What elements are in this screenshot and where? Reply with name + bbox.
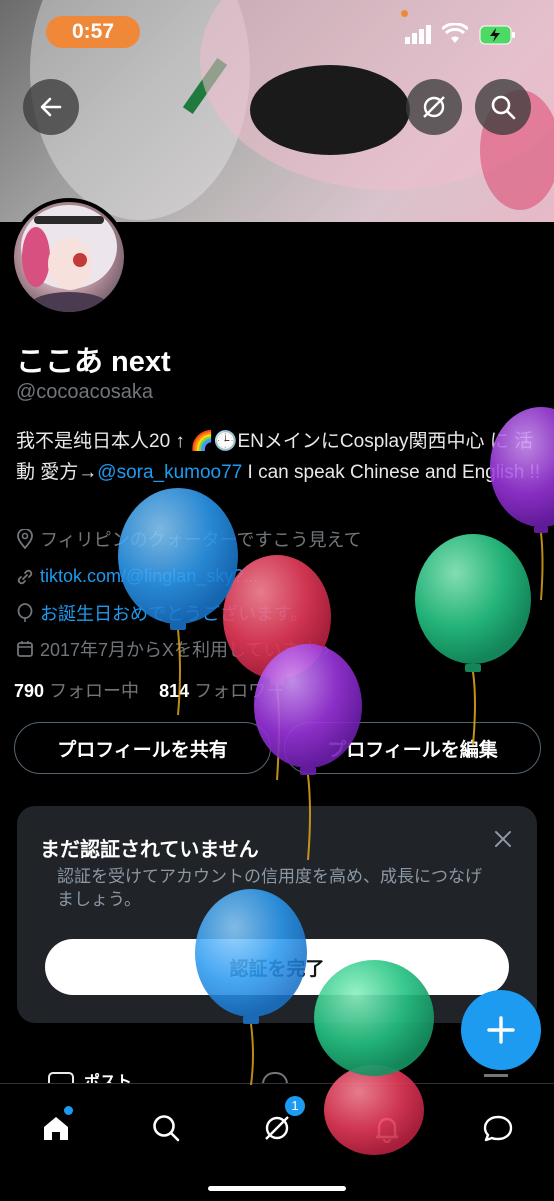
- share-profile-button[interactable]: プロフィールを共有: [14, 722, 271, 774]
- arrow-left-icon: [40, 97, 62, 117]
- following-stat[interactable]: 790 フォロー中: [14, 681, 139, 701]
- followers-stat[interactable]: 814 フォロワー: [159, 681, 284, 701]
- bottom-navigation: 1: [0, 1083, 554, 1201]
- edit-profile-button[interactable]: プロフィールを編集: [284, 722, 541, 774]
- calendar-icon: [17, 641, 33, 657]
- search-icon: [491, 95, 516, 120]
- nav-grok[interactable]: 1: [249, 1096, 305, 1156]
- recording-indicator: [401, 10, 408, 17]
- location-text: フィリピンのクォーターですこう見えて: [40, 530, 362, 550]
- verification-title: まだ認証されていません: [40, 839, 259, 861]
- profile-bio: 我不是纯日本人20 ↑ 🌈🕒ENメインにCosplay関西中心 に 活動 愛方→…: [16, 426, 546, 488]
- notifications-icon: [375, 1117, 399, 1143]
- home-unread-dot: [64, 1106, 73, 1115]
- avatar-image: [14, 202, 124, 312]
- avatar[interactable]: [10, 198, 128, 316]
- birthday-text: お誕生日おめでとうございます。: [40, 604, 309, 624]
- nav-notifications[interactable]: [359, 1100, 415, 1156]
- home-indicator: [208, 1186, 346, 1191]
- search-icon: [153, 1115, 180, 1142]
- grok-icon: [423, 96, 445, 118]
- profile-handle: @cocoacosaka: [16, 381, 154, 403]
- back-button[interactable]: [23, 79, 79, 135]
- link-text[interactable]: tiktok.com/@linglan_sky?...: [40, 566, 258, 587]
- compose-button[interactable]: [461, 990, 541, 1070]
- link-icon: [17, 569, 33, 584]
- followers-count: 814: [159, 681, 190, 701]
- location-pin-icon: [17, 529, 33, 549]
- home-icon: [44, 1117, 68, 1140]
- cellular-signal-icon: [405, 24, 433, 49]
- balloon-icon: [17, 603, 33, 622]
- following-count: 790: [14, 681, 45, 701]
- verification-body: 認証を受けてアカウントの信用度を高め、成長につなげましょう。: [57, 867, 482, 909]
- nav-search[interactable]: [138, 1100, 194, 1156]
- profile-location: フィリピンのクォーターですこう見えて: [16, 526, 362, 552]
- bio-mention-link[interactable]: @sora_kumoo77: [97, 462, 242, 483]
- balloon-green-right: [415, 534, 531, 746]
- messages-icon: [483, 1115, 513, 1142]
- chevron-right-icon: ›: [323, 638, 330, 659]
- close-icon: [495, 831, 511, 847]
- profile-birthday: お誕生日おめでとうございます。: [16, 600, 308, 626]
- profile-name: ここあ next: [16, 346, 171, 378]
- grok-icon: [265, 1116, 289, 1140]
- plus-icon: [487, 1016, 515, 1044]
- status-time: 0:57: [46, 16, 140, 48]
- nav-home[interactable]: [28, 1100, 84, 1156]
- joined-text: 2017年7月からXを利用しています: [40, 640, 318, 660]
- wifi-icon: [440, 22, 470, 50]
- follow-stats: 790 フォロー中 814 フォロワー: [14, 677, 284, 703]
- nav-messages[interactable]: [470, 1100, 526, 1156]
- search-button[interactable]: [475, 79, 531, 135]
- grok-badge: 1: [285, 1096, 305, 1116]
- bio-text-end: I can speak Chinese and English !!: [242, 462, 541, 483]
- close-card-button[interactable]: [493, 829, 513, 849]
- followers-label: フォロワー: [194, 681, 285, 701]
- battery-icon: [479, 24, 517, 51]
- profile-link[interactable]: tiktok.com/@linglan_sky?...: [16, 566, 258, 587]
- grok-button[interactable]: [406, 79, 462, 135]
- following-label: フォロー中: [49, 681, 140, 701]
- profile-joined: 2017年7月からXを利用しています ›: [16, 636, 330, 662]
- complete-verification-button[interactable]: 認証を完了: [45, 939, 509, 995]
- tab-posts[interactable]: ポスト: [84, 1070, 132, 1084]
